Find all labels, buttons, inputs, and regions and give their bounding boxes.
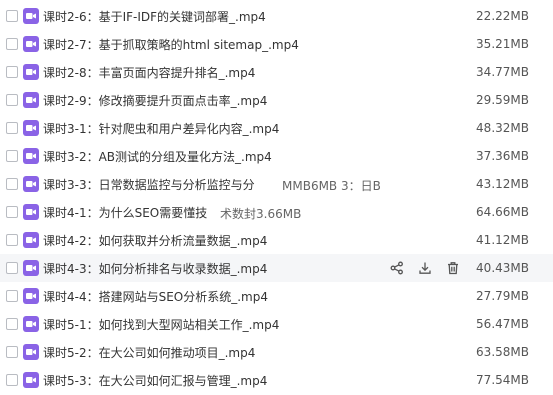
- file-name[interactable]: 课时2-8：丰富页面内容提升排名_.mp4: [43, 64, 255, 81]
- video-file-icon: [23, 64, 39, 80]
- row-checkbox[interactable]: [6, 346, 18, 358]
- row-checkbox[interactable]: [6, 290, 18, 302]
- file-row[interactable]: 课时3-1：针对爬虫和用户差异化内容_.mp4 48.32MB: [0, 114, 553, 142]
- row-checkbox[interactable]: [6, 94, 18, 106]
- file-size: 77.54MB: [476, 373, 529, 387]
- row-checkbox[interactable]: [6, 66, 18, 78]
- file-size: 63.58MB: [476, 345, 529, 359]
- file-row[interactable]: 课时2-7：基于抓取策略的html sitemap_.mp4 35.21MB: [0, 30, 553, 58]
- video-file-icon: [23, 8, 39, 24]
- file-row[interactable]: 课时3-3：日常数据监控与分析监控与分 43.12MB: [0, 170, 553, 198]
- download-icon[interactable]: [416, 259, 434, 277]
- video-file-icon: [23, 260, 39, 276]
- file-name[interactable]: 课时4-2：如何获取并分析流量数据_.mp4: [43, 232, 267, 249]
- row-checkbox[interactable]: [6, 262, 18, 274]
- file-name[interactable]: 课时2-9：修改摘要提升页面点击率_.mp4: [43, 92, 267, 109]
- share-icon[interactable]: [388, 259, 406, 277]
- file-size: 56.47MB: [476, 317, 529, 331]
- file-row[interactable]: 课时2-9：修改摘要提升页面点击率_.mp4 29.59MB: [0, 86, 553, 114]
- row-checkbox[interactable]: [6, 206, 18, 218]
- file-name[interactable]: 课时2-7：基于抓取策略的html sitemap_.mp4: [43, 36, 299, 53]
- delete-icon[interactable]: [444, 259, 462, 277]
- row-checkbox[interactable]: [6, 234, 18, 246]
- video-file-icon: [23, 176, 39, 192]
- video-file-icon: [23, 288, 39, 304]
- file-name[interactable]: 课时5-3：在大公司如何汇报与管理_.mp4: [43, 372, 267, 389]
- file-row[interactable]: 课时5-3：在大公司如何汇报与管理_.mp4 77.54MB: [0, 366, 553, 394]
- video-file-icon: [23, 120, 39, 136]
- file-name[interactable]: 课时5-2：在大公司如何推动项目_.mp4: [43, 344, 255, 361]
- file-size: 27.79MB: [476, 289, 529, 303]
- file-size: 35.21MB: [476, 37, 529, 51]
- file-row[interactable]: 课时4-2：如何获取并分析流量数据_.mp4 41.12MB: [0, 226, 553, 254]
- file-row[interactable]: 课时5-1：如何找到大型网站相关工作_.mp4 56.47MB: [0, 310, 553, 338]
- file-row[interactable]: 课时3-2：AB测试的分组及量化方法_.mp4 37.36MB: [0, 142, 553, 170]
- row-checkbox[interactable]: [6, 38, 18, 50]
- row-checkbox[interactable]: [6, 122, 18, 134]
- video-file-icon: [23, 344, 39, 360]
- overlay-text: 术数封3.66MB: [220, 207, 302, 221]
- video-file-icon: [23, 148, 39, 164]
- file-name[interactable]: 课时5-1：如何找到大型网站相关工作_.mp4: [43, 316, 279, 333]
- file-name[interactable]: 课时4-1：为什么SEO需要懂技: [43, 204, 207, 221]
- row-actions: [388, 259, 462, 277]
- file-row[interactable]: 课时2-8：丰富页面内容提升排名_.mp4 34.77MB: [0, 58, 553, 86]
- video-file-icon: [23, 372, 39, 388]
- video-file-icon: [23, 316, 39, 332]
- file-size: 29.59MB: [476, 93, 529, 107]
- file-name[interactable]: 课时4-3：如何分析排名与收录数据_.mp4: [43, 260, 267, 277]
- video-file-icon: [23, 36, 39, 52]
- file-row[interactable]: 课时5-2：在大公司如何推动项目_.mp4 63.58MB: [0, 338, 553, 366]
- row-checkbox[interactable]: [6, 318, 18, 330]
- video-file-icon: [23, 204, 39, 220]
- file-size: 37.36MB: [476, 149, 529, 163]
- video-file-icon: [23, 92, 39, 108]
- file-size: 22.22MB: [476, 9, 529, 23]
- file-list: 课时2-6：基于IF-IDF的关键词部署_.mp4 22.22MB 课时2-7：…: [0, 0, 553, 395]
- file-name[interactable]: 课时3-3：日常数据监控与分析监控与分: [43, 176, 255, 193]
- file-size: 40.43MB: [476, 261, 529, 275]
- file-row[interactable]: 课时2-6：基于IF-IDF的关键词部署_.mp4 22.22MB: [0, 2, 553, 30]
- file-size: 41.12MB: [476, 233, 529, 247]
- file-row[interactable]: 课时4-4：搭建网站与SEO分析系统_.mp4 27.79MB: [0, 282, 553, 310]
- file-name[interactable]: 课时3-2：AB测试的分组及量化方法_.mp4: [43, 148, 272, 165]
- row-checkbox[interactable]: [6, 374, 18, 386]
- row-checkbox[interactable]: [6, 178, 18, 190]
- file-size: 43.12MB: [476, 177, 529, 191]
- video-file-icon: [23, 232, 39, 248]
- file-name[interactable]: 课时3-1：针对爬虫和用户差异化内容_.mp4: [43, 120, 279, 137]
- file-size: 48.32MB: [476, 121, 529, 135]
- file-row-hovered[interactable]: 课时4-3：如何分析排名与收录数据_.mp4 40.43MB: [0, 254, 553, 282]
- file-size: 34.77MB: [476, 65, 529, 79]
- overlay-text: MMB6MB 3：日B: [282, 179, 381, 193]
- row-checkbox[interactable]: [6, 150, 18, 162]
- row-checkbox[interactable]: [6, 10, 18, 22]
- file-name[interactable]: 课时2-6：基于IF-IDF的关键词部署_.mp4: [43, 8, 266, 25]
- file-name[interactable]: 课时4-4：搭建网站与SEO分析系统_.mp4: [43, 288, 268, 305]
- file-size: 64.66MB: [476, 205, 529, 219]
